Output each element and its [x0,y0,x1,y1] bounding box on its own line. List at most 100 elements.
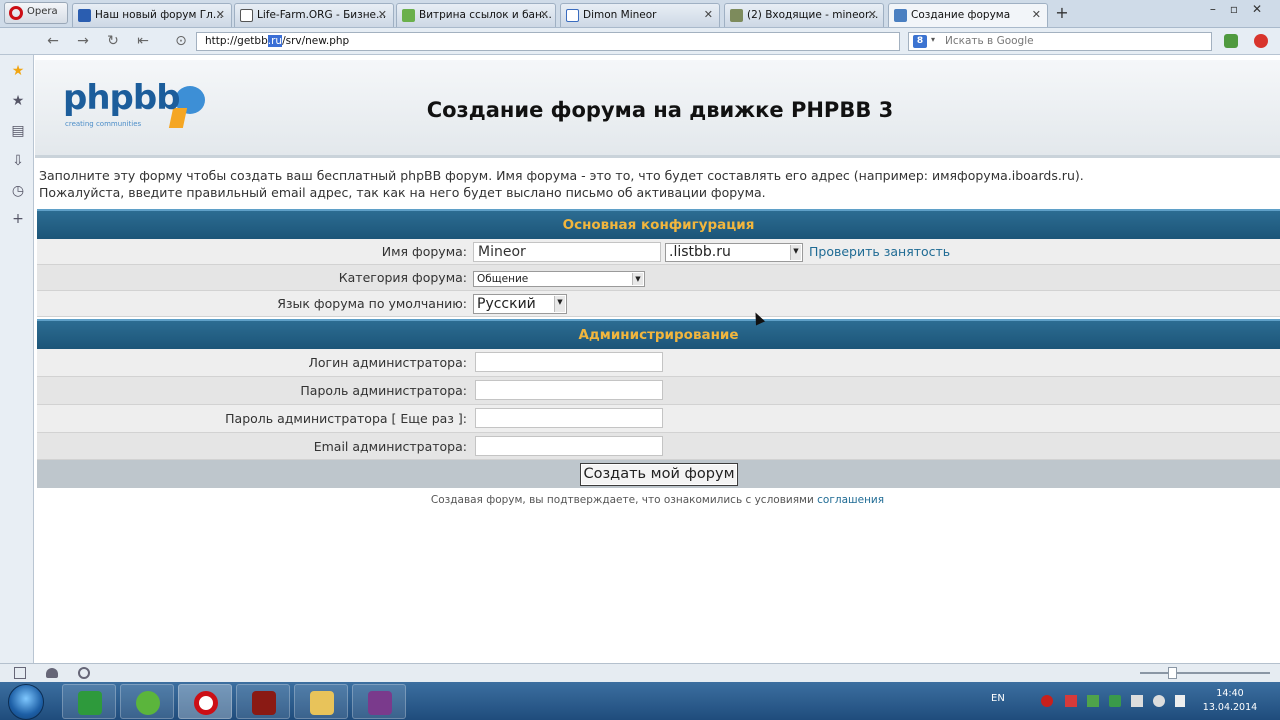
language-label: Язык форума по умолчанию: [277,296,467,311]
tab-close-icon[interactable]: ✕ [216,8,225,21]
intro-line-1: Заполните эту форму чтобы создать ваш бе… [39,168,1084,183]
logo-text: phpbb [63,78,181,118]
form-row-forum-name: Имя форума: Mineor .listbb.ru ▼ Проверит… [37,239,1280,265]
tab-favicon-icon [402,9,415,22]
zoom-slider-handle[interactable] [1168,667,1177,679]
unite-icon[interactable] [78,667,90,679]
page-header: phpbb creating communities Создание фору… [35,60,1280,158]
favorites-star-icon[interactable]: ★ [10,93,26,109]
forward-arrow-icon[interactable]: → [74,33,92,49]
admin-password-label: Пароль администратора: [300,383,467,398]
address-suffix: /srv/new.php [282,35,350,47]
page-content: phpbb creating communities Создание фору… [35,55,1280,663]
admin-email-input[interactable] [475,436,663,456]
tab-dimon-mineor[interactable]: Dimon Mineor ✕ [560,3,720,27]
chevron-down-icon[interactable]: ▾ [931,35,935,44]
language-indicator[interactable]: EN [991,693,1005,704]
tab-close-icon[interactable]: ✕ [378,8,387,21]
tab-forum[interactable]: Наш новый форум Гл... ✕ [72,3,232,27]
search-engine-icon: 8 [913,35,927,48]
tab-title: Создание форума [911,9,1011,21]
tab-title: Витрина ссылок и бан... [419,9,552,21]
tab-life-farm[interactable]: Life-Farm.ORG - Бизне... ✕ [234,3,394,27]
category-select[interactable]: Общение ▼ [473,271,645,287]
start-button[interactable] [8,684,44,720]
taskbar-app-1[interactable] [62,684,116,719]
opera-menu-button[interactable]: Opera [4,2,68,24]
taskbar-explorer[interactable] [294,684,348,719]
language-select[interactable]: Русский ▼ [473,294,567,314]
windows-taskbar: EN 14:40 13.04.2014 [0,682,1280,720]
new-tab-plus-icon[interactable]: + [1052,4,1072,24]
downloads-icon[interactable]: ⇩ [10,153,26,169]
tab-favicon-icon [566,9,579,22]
create-forum-button[interactable]: Создать мой форум [580,463,738,486]
tab-close-icon[interactable]: ✕ [868,8,877,21]
folder-icon [310,691,334,715]
security-info-icon[interactable]: ⊙ [172,33,190,49]
record-icon[interactable] [1041,695,1053,707]
section-header-config: Основная конфигурация [37,209,1280,239]
tab-inbox[interactable]: (2) Входящие - mineor... ✕ [724,3,884,27]
tab-close-icon[interactable]: ✕ [540,8,549,21]
tray-app-icon[interactable] [1109,695,1121,707]
form-row-category: Категория форума: Общение ▼ [37,265,1280,291]
category-select-value: Общение [477,273,529,285]
flag-icon[interactable] [1065,695,1077,707]
window-controls[interactable]: –▫✕ [1210,2,1276,16]
reload-icon[interactable]: ↻ [104,33,122,49]
tab-title: Dimon Mineor [583,9,657,21]
tab-close-icon[interactable]: ✕ [1032,8,1041,21]
tray-app-icon[interactable] [1087,695,1099,707]
admin-password-input[interactable] [475,380,663,400]
volume-icon[interactable] [1153,695,1165,707]
footer-terms: Создавая форум, вы подтверждаете, что оз… [35,494,1280,506]
admin-login-input[interactable] [475,352,663,372]
back-arrow-icon[interactable]: ← [44,33,62,49]
phpbb-logo: phpbb creating communities [63,78,213,140]
taskbar-winrar[interactable] [352,684,406,719]
admin-email-label: Email администратора: [313,439,467,454]
admin-password-repeat-input[interactable] [475,408,663,428]
form-row-admin-login: Логин администратора: [37,349,1280,377]
rewind-icon[interactable]: ⇤ [134,33,152,49]
notes-icon[interactable]: ▤ [10,123,26,139]
stop-icon[interactable] [1254,34,1268,48]
tab-title: (2) Входящие - mineor... [747,9,879,21]
taskbar-utorrent[interactable] [120,684,174,719]
add-panel-plus-icon[interactable]: + [10,211,26,227]
system-clock[interactable]: 14:40 13.04.2014 [1200,687,1260,715]
chevron-down-icon: ▼ [632,273,643,285]
address-highlight: .ru [267,35,283,47]
network-icon[interactable] [1131,695,1143,707]
zoom-slider[interactable] [1140,672,1270,674]
forum-name-input[interactable]: Mineor [473,242,661,262]
taskbar-dota[interactable] [236,684,290,719]
footer-text: Создавая форум, вы подтверждаете, что оз… [430,494,814,506]
terms-link[interactable]: соглашения [817,494,884,506]
utorrent-icon [136,691,160,715]
search-field[interactable]: 8 ▾ Искать в Google [908,32,1212,51]
extension-icon[interactable] [1224,34,1238,48]
tab-create-forum[interactable]: Создание форума ✕ [888,3,1048,27]
bookmark-star-icon[interactable]: ★ [10,63,26,79]
search-placeholder: Искать в Google [945,35,1034,47]
browser-nav-bar: ← → ↻ ⇤ ⊙ http://getbb.ru/srv/new.php 8 … [0,28,1280,55]
turbo-icon[interactable] [46,668,58,678]
submit-bar: Создать мой форум [37,460,1280,488]
panel-toggle-icon[interactable] [14,667,26,679]
tab-favicon-icon [730,9,743,22]
domain-select[interactable]: .listbb.ru ▼ [665,243,803,262]
page-title: Создание форума на движке PHPBB 3 [426,98,894,122]
intro-line-2: Пожалуйста, введите правильный email адр… [39,185,766,200]
tab-vitrina[interactable]: Витрина ссылок и бан... ✕ [396,3,556,27]
address-bar[interactable]: http://getbb.ru/srv/new.php [196,32,900,51]
tray-app-icon[interactable] [1175,695,1185,707]
tab-title: Life-Farm.ORG - Бизне... [257,9,387,21]
admin-login-label: Логин администратора: [308,355,467,370]
tab-close-icon[interactable]: ✕ [704,8,713,21]
taskbar-opera[interactable] [178,684,232,719]
history-clock-icon[interactable]: ◷ [10,183,26,199]
check-availability-link[interactable]: Проверить занятость [809,244,950,259]
tab-favicon-icon [894,9,907,22]
